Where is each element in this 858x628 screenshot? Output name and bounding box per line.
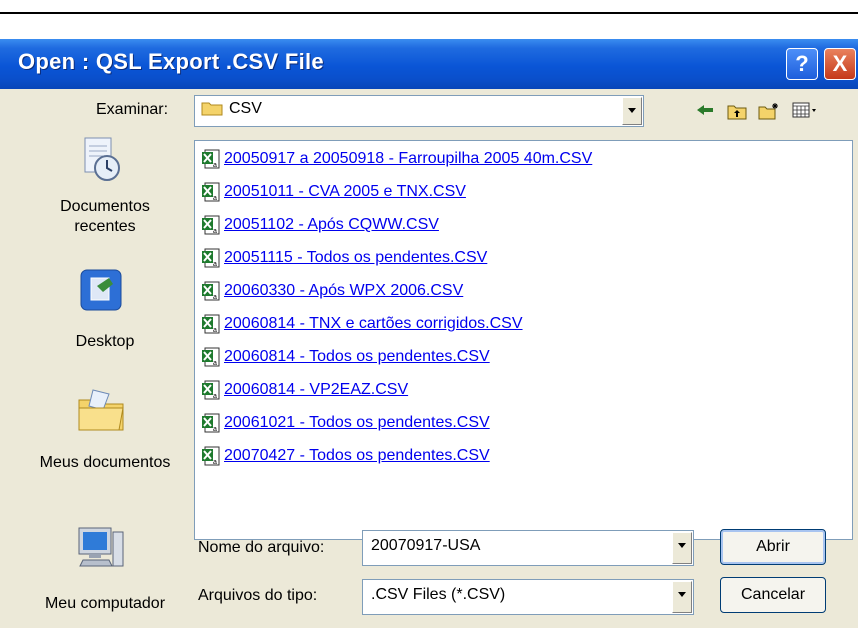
recent-documents-icon [84,137,120,181]
file-item[interactable]: a 20050917 a 20050918 - Farroupilha 2005… [201,145,592,173]
file-list[interactable]: a 20050917 a 20050918 - Farroupilha 2005… [194,140,853,540]
filename-label: Nome do arquivo: [198,539,325,556]
csv-file-icon: a [202,314,220,334]
lookin-combo[interactable]: CSV [194,95,644,127]
lookin-value: CSV [229,100,262,117]
file-name: 20070427 - Todos os pendentes.CSV [224,447,490,464]
csv-file-icon: a [202,446,220,466]
filetype-label: Arquivos do tipo: [198,587,318,604]
svg-text:a: a [213,360,217,367]
file-item[interactable]: a 20060814 - Todos os pendentes.CSV [201,343,490,371]
csv-file-icon: a [202,413,220,433]
new-folder-icon[interactable] [756,102,782,124]
file-item[interactable]: a 20051115 - Todos os pendentes.CSV [201,244,487,272]
file-item[interactable]: a 20061021 - Todos os pendentes.CSV [201,409,490,437]
place-recent-label: Documentos recentes [60,198,150,235]
title-bar[interactable]: Open : QSL Export .CSV File ? X [0,39,858,89]
svg-text:a: a [213,261,217,268]
help-button[interactable]: ? [786,48,818,80]
csv-file-icon: a [202,215,220,235]
svg-text:a: a [213,195,217,202]
file-item[interactable]: a 20060330 - Após WPX 2006.CSV [201,277,463,305]
place-mydocs-label: Meus documentos [39,454,171,471]
file-name: 20060330 - Após WPX 2006.CSV [224,282,464,299]
lookin-label: Examinar: [96,101,169,118]
my-documents-icon [78,389,124,431]
csv-file-icon: a [202,281,220,301]
filetype-dropdown-button[interactable] [672,581,692,613]
place-mycomputer-label: Meu computador [44,595,166,612]
csv-file-icon: a [202,380,220,400]
cancel-button[interactable]: Cancelar [720,577,826,613]
file-item[interactable]: a 20060814 - VP2EAZ.CSV [201,376,408,404]
svg-text:a: a [213,327,217,334]
svg-text:a: a [213,393,217,400]
csv-file-icon: a [202,149,220,169]
folder-icon [201,102,223,116]
back-arrow-icon[interactable] [692,102,718,124]
file-name: 20051102 - Após CQWW.CSV [224,216,439,233]
file-item[interactable]: a 20060814 - TNX e cartões corrigidos.CS… [201,310,523,338]
filetype-combo[interactable]: .CSV Files (*.CSV) [362,579,694,615]
lookin-dropdown-button[interactable] [622,97,642,125]
file-name: 20061021 - Todos os pendentes.CSV [224,414,490,431]
file-name: 20051011 - CVA 2005 e TNX.CSV [224,183,466,200]
open-dialog: Open : QSL Export .CSV File ? X Examinar… [0,39,858,628]
file-name: 20060814 - TNX e cartões corrigidos.CSV [224,315,523,332]
svg-text:a: a [213,228,217,235]
file-name: 20060814 - VP2EAZ.CSV [224,381,409,398]
file-item[interactable]: a 20051102 - Após CQWW.CSV [201,211,439,239]
file-name: 20050917 a 20050918 - Farroupilha 2005 4… [224,150,593,167]
filename-input[interactable]: 20070917-USA [371,537,480,555]
my-computer-icon [78,527,124,567]
svg-text:a: a [213,426,217,433]
close-button[interactable]: X [824,48,856,80]
file-name: 20051115 - Todos os pendentes.CSV [224,249,488,266]
top-border-line [0,12,858,14]
file-name: 20060814 - Todos os pendentes.CSV [224,348,490,365]
csv-file-icon: a [202,248,220,268]
up-folder-icon[interactable] [724,102,750,124]
csv-file-icon: a [202,347,220,367]
open-button[interactable]: Abrir [720,529,826,565]
filetype-value: .CSV Files (*.CSV) [371,586,506,603]
file-item[interactable]: a 20051011 - CVA 2005 e TNX.CSV [201,178,466,206]
view-menu-icon[interactable] [790,102,820,124]
dialog-title: Open : QSL Export .CSV File [18,49,324,74]
desktop-icon [80,269,122,311]
filename-combo[interactable]: 20070917-USA [362,530,694,566]
svg-text:a: a [213,294,217,301]
file-item[interactable]: a 20070427 - Todos os pendentes.CSV [201,442,490,470]
svg-text:a: a [213,459,217,466]
svg-text:a: a [213,162,217,169]
filename-dropdown-button[interactable] [672,532,692,564]
place-desktop-label: Desktop [75,333,135,350]
csv-file-icon: a [202,182,220,202]
